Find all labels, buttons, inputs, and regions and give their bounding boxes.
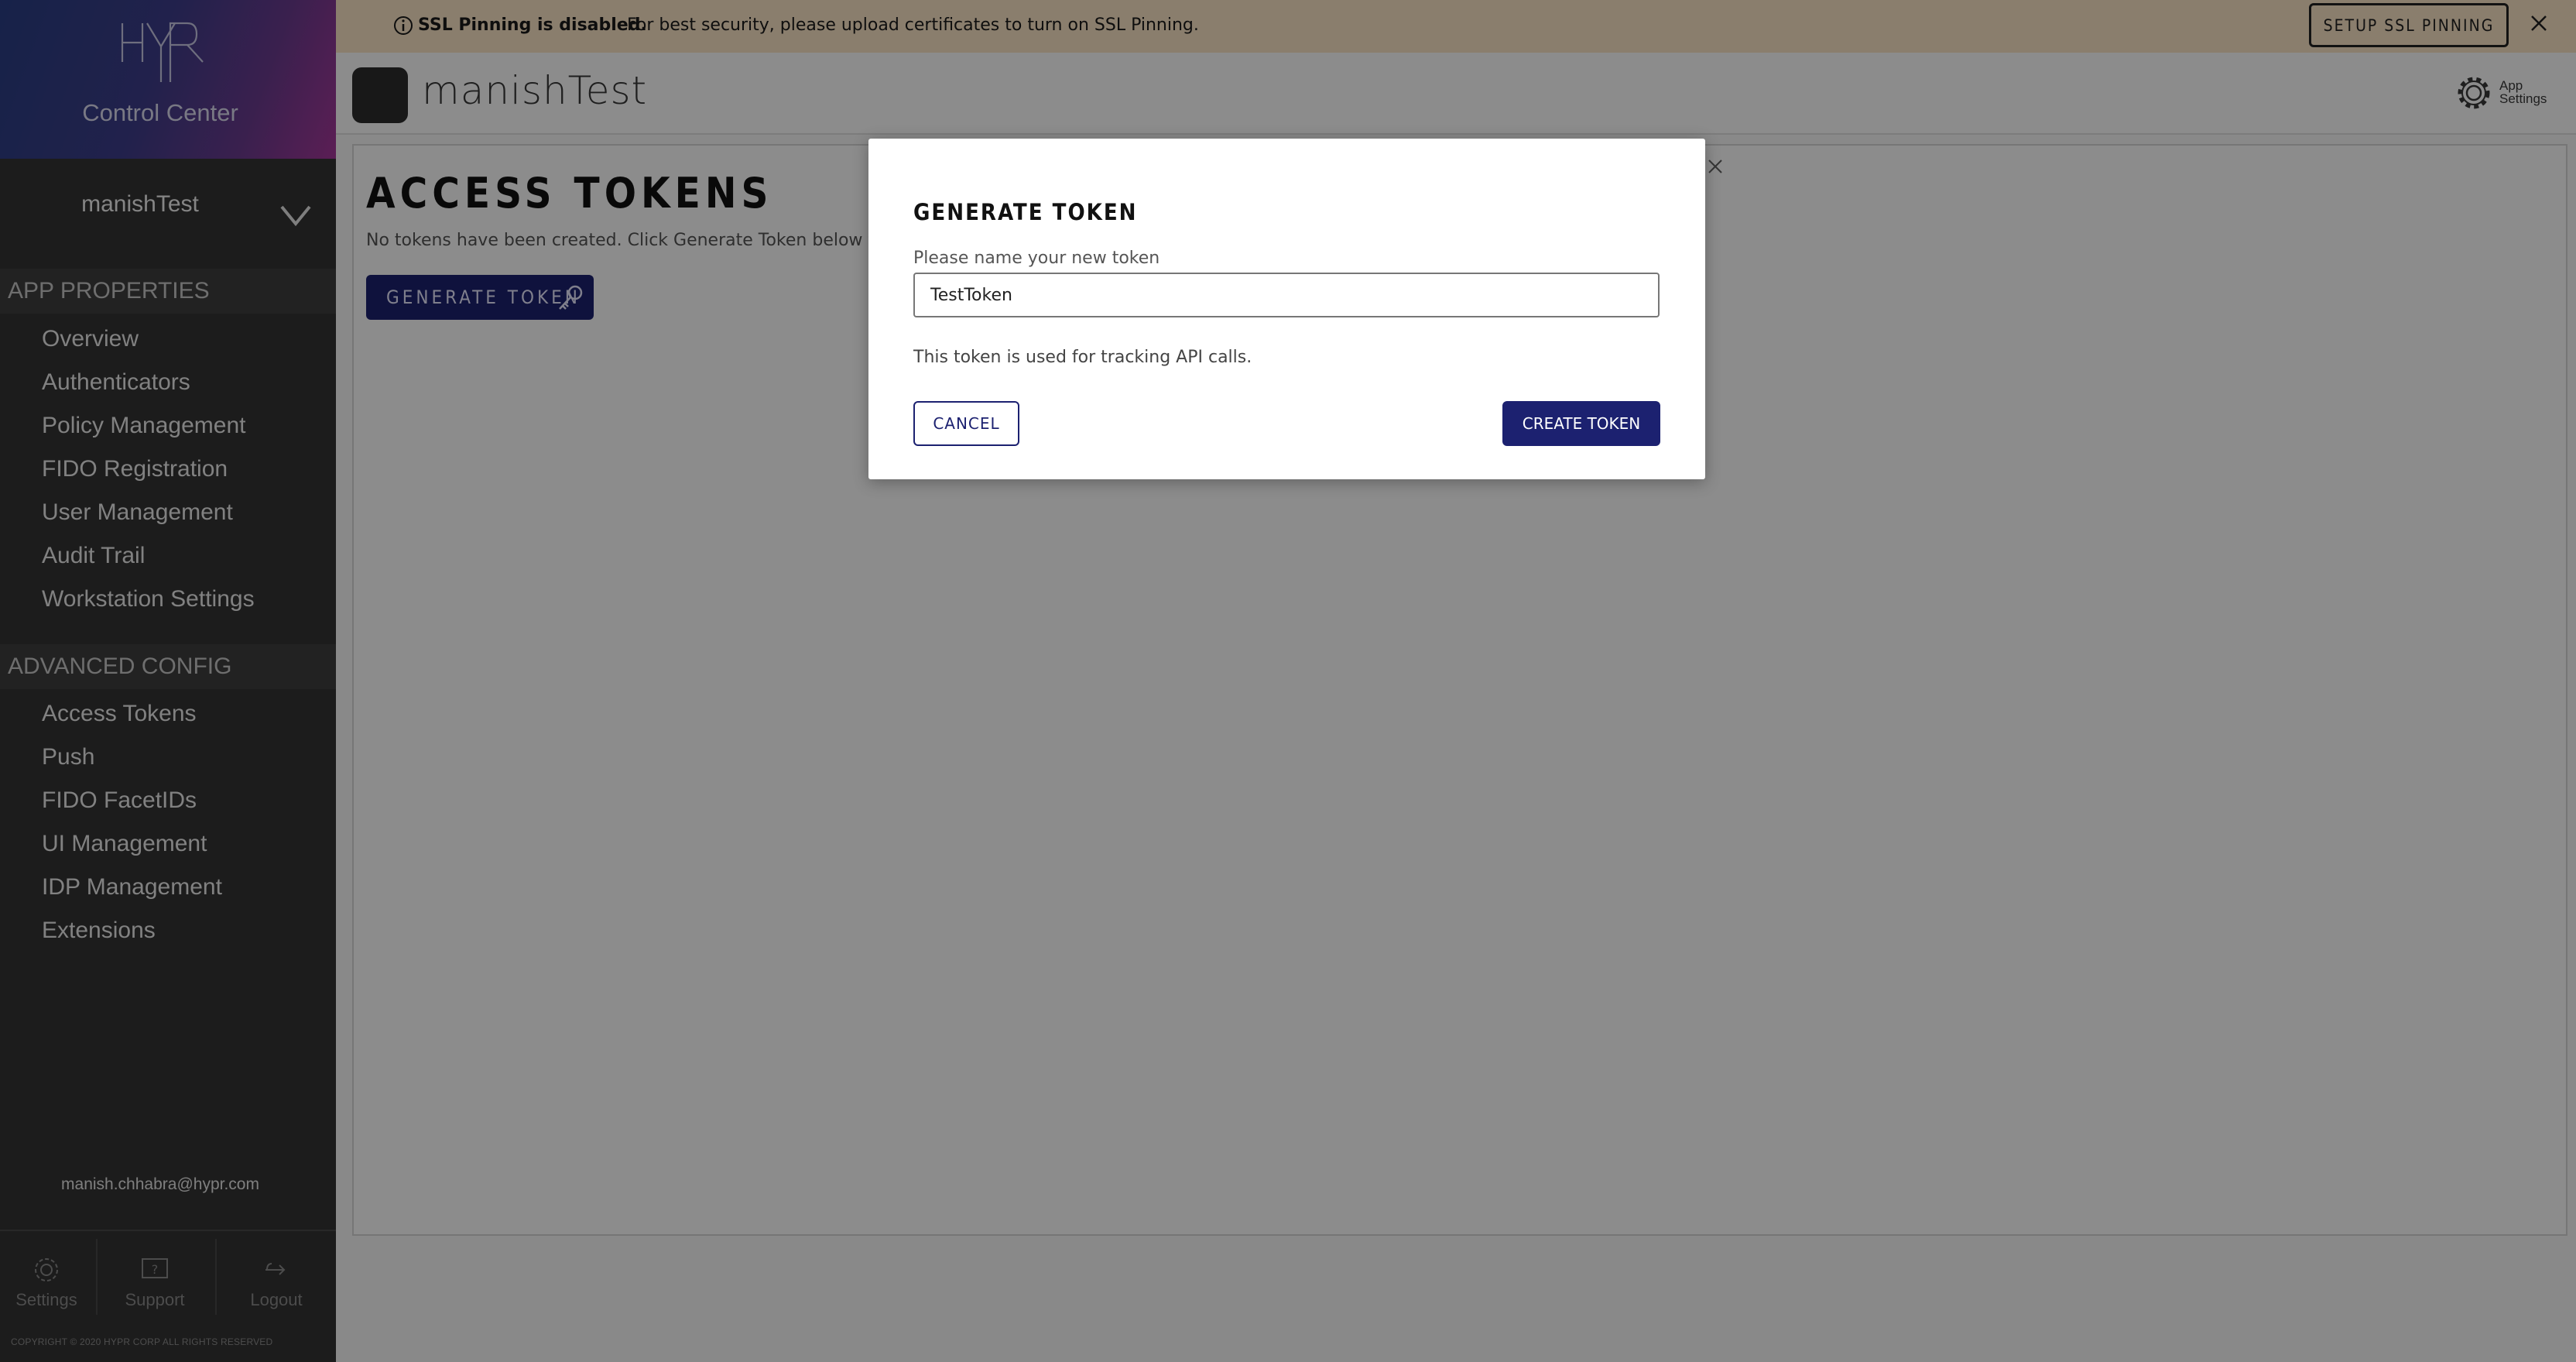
create-token-button[interactable]: CREATE TOKEN bbox=[1502, 401, 1660, 446]
modal-close-icon[interactable] bbox=[1704, 156, 1726, 177]
cancel-button[interactable]: CANCEL bbox=[913, 401, 1019, 446]
token-help-text: This token is used for tracking API call… bbox=[913, 348, 1252, 367]
modal-title: GENERATE TOKEN bbox=[913, 199, 1138, 225]
generate-token-dialog: GENERATE TOKEN Please name your new toke… bbox=[868, 139, 1722, 479]
token-name-input[interactable] bbox=[913, 273, 1660, 317]
token-name-label: Please name your new token bbox=[913, 249, 1160, 268]
